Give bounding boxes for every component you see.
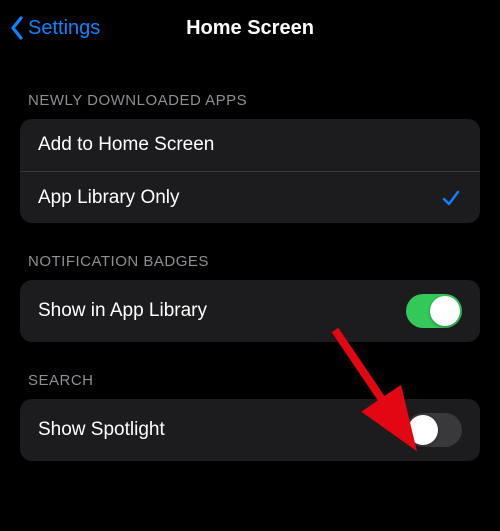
toggle-knob [430, 296, 460, 326]
chevron-left-icon [8, 14, 26, 42]
navigation-bar: Settings Home Screen [0, 0, 500, 56]
toggle-show-in-app-library[interactable] [406, 294, 462, 328]
toggle-show-spotlight[interactable] [406, 413, 462, 447]
toggle-knob [408, 415, 438, 445]
group-search: Show Spotlight [20, 399, 480, 461]
option-app-library-only[interactable]: App Library Only [20, 171, 480, 223]
option-add-to-home-screen[interactable]: Add to Home Screen [20, 119, 480, 171]
section-header-search: SEARCH [20, 342, 480, 399]
toggle-label: Show in App Library [38, 300, 207, 322]
row-show-spotlight[interactable]: Show Spotlight [20, 399, 480, 461]
back-button[interactable]: Settings [8, 14, 100, 42]
back-label: Settings [28, 17, 100, 40]
page-title: Home Screen [186, 17, 314, 40]
checkmark-icon [440, 187, 462, 209]
group-newly-downloaded: Add to Home Screen App Library Only [20, 119, 480, 223]
row-show-in-app-library[interactable]: Show in App Library [20, 280, 480, 342]
section-header-notification-badges: NOTIFICATION BADGES [20, 223, 480, 280]
option-label: App Library Only [38, 187, 180, 209]
group-notification-badges: Show in App Library [20, 280, 480, 342]
option-label: Add to Home Screen [38, 134, 214, 156]
content-area: NEWLY DOWNLOADED APPS Add to Home Screen… [0, 56, 500, 461]
section-header-newly-downloaded: NEWLY DOWNLOADED APPS [20, 56, 480, 119]
toggle-label: Show Spotlight [38, 419, 165, 441]
